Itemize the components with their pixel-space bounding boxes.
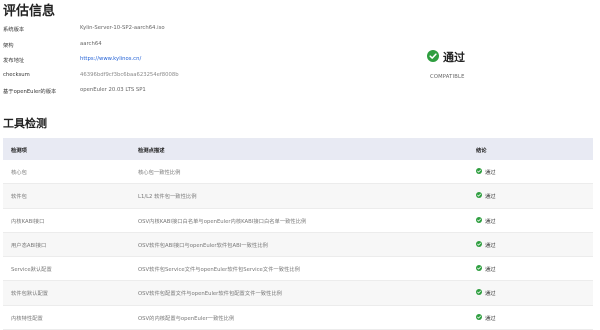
info-key: 系统版本 xyxy=(3,27,25,33)
info-value: Kylin-Server-10-SP2-aarch64.iso xyxy=(80,25,165,31)
table-row: 内核KABI接口 OSV内核KABI接口白名单与openEuler内核KABI接口… xyxy=(3,209,593,233)
column-header: 检测点描述 xyxy=(138,148,165,154)
result-label: 通过 xyxy=(485,242,496,249)
info-key: checksum xyxy=(3,71,30,78)
table-body: 核心包 核心包一致性比例 通过 软件包 L1/L2 软件包一致性比例 通过 内核KABI接口… xyxy=(3,160,593,330)
check-circle-icon xyxy=(476,265,482,272)
info-key: 发布地址 xyxy=(3,58,25,64)
info-value: openEuler 20.03 LTS SP1 xyxy=(80,87,146,93)
check-item: 软件包 xyxy=(11,194,27,201)
check-item: Service默认配置 xyxy=(11,267,52,274)
info-value: aarch64 xyxy=(80,40,102,47)
info-key: 架构 xyxy=(3,42,14,49)
table-row: 用户态ABI接口 OSV软件包ABI接口与openEuler软件包ABI一致性比例… xyxy=(3,232,593,258)
status-label: 通过 xyxy=(443,51,465,64)
table-row: 软件包 L1/L2 软件包一致性比例 通过 xyxy=(3,184,593,209)
check-circle-icon xyxy=(427,50,439,62)
result-label: 通过 xyxy=(485,218,496,225)
table-header: 检测项 检测点描述 结论 xyxy=(3,138,593,160)
table-row: 软件包默认配置 OSV软件包配置文件与openEuler软件包配置文件一致性比例 通… xyxy=(3,281,593,306)
check-circle-icon xyxy=(476,289,482,296)
table-row: Service默认配置 OSV软件包Service文件与openEuler软件包S… xyxy=(3,257,593,282)
tool-check-table: 检测项 检测点描述 结论 核心包 核心包一致性比例 通过 软件包 L1/L2 软件包一致… xyxy=(3,138,593,330)
check-circle-icon xyxy=(476,240,482,247)
result-label: 通过 xyxy=(485,291,496,298)
result-label: 通过 xyxy=(485,194,496,201)
check-item: 核心包 xyxy=(11,170,27,176)
check-item: 软件包默认配置 xyxy=(11,291,49,298)
check-circle-icon xyxy=(476,192,482,199)
table-row: 内核特性配置 OSV的内核配置与openEuler一致性比例 通过 xyxy=(3,306,593,330)
result-label: 通过 xyxy=(485,170,496,176)
compatibility-label: COMPATIBLE xyxy=(430,74,465,80)
check-item: 内核KABI接口 xyxy=(11,218,45,225)
check-description: 核心包一致性比例 xyxy=(138,170,181,176)
column-header: 检测项 xyxy=(11,148,27,154)
section-title-tools: 工具检测 xyxy=(3,117,47,130)
check-description: OSV软件包ABI接口与openEuler软件包ABI一致性比例 xyxy=(138,242,268,249)
check-description: OSV软件包Service文件与openEuler软件包Service文件一致性… xyxy=(138,267,300,274)
column-header: 结论 xyxy=(476,148,487,154)
check-description: OSV内核KABI接口白名单与openEuler内核KABI接口白名单一致性比例 xyxy=(138,218,307,225)
check-item: 内核特性配置 xyxy=(11,315,43,322)
page-title: 评估信息 xyxy=(3,4,56,19)
checksum-value: 46396bdf9cf3bc6baa623254ef8008b xyxy=(80,71,179,78)
check-description: L1/L2 软件包一致性比例 xyxy=(138,194,197,201)
check-circle-icon xyxy=(476,216,482,223)
table-row: 核心包 核心包一致性比例 通过 xyxy=(3,160,593,185)
result-label: 通过 xyxy=(485,315,496,322)
result-label: 通过 xyxy=(485,267,496,274)
check-item: 用户态ABI接口 xyxy=(11,242,47,249)
check-description: OSV的内核配置与openEuler一致性比例 xyxy=(138,315,235,322)
release-url-link[interactable]: https://www.kylinos.cn/ xyxy=(80,56,141,62)
check-description: OSV软件包配置文件与openEuler软件包配置文件一致性比例 xyxy=(138,291,282,298)
check-circle-icon xyxy=(476,168,482,174)
info-key: 基于openEuler的版本 xyxy=(3,89,57,95)
